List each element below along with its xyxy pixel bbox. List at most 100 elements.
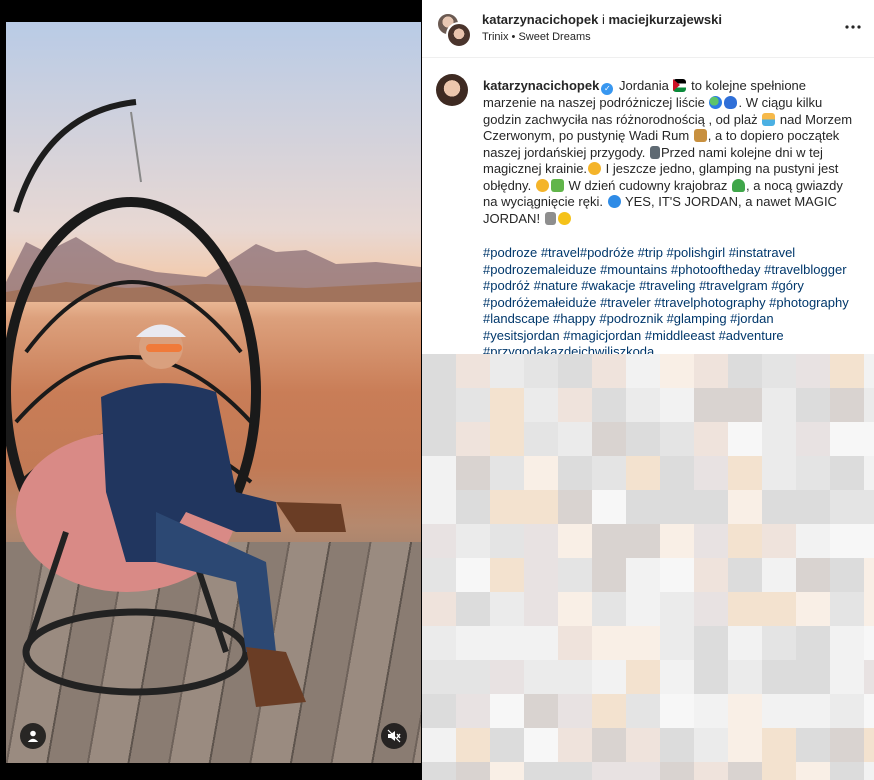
pixel-block: [728, 456, 762, 490]
pixel-block: [524, 490, 558, 524]
pixel-block: [626, 728, 660, 762]
pixel-block: [728, 490, 762, 524]
globe-icon: [709, 96, 723, 109]
pixel-block: [864, 592, 874, 626]
pixel-block: [864, 524, 874, 558]
pixel-block: [864, 626, 874, 660]
avatar[interactable]: [436, 74, 468, 106]
pixel-block: [456, 694, 490, 728]
pixel-block: [422, 354, 456, 388]
caption-username[interactable]: katarzynacichopek: [483, 78, 599, 93]
pixel-block: [762, 762, 796, 780]
pixel-block: [626, 354, 660, 388]
pixel-block: [558, 660, 592, 694]
pixel-block: [524, 694, 558, 728]
user-tag-icon: [27, 730, 39, 742]
pixel-block: [660, 456, 694, 490]
pixel-block: [524, 354, 558, 388]
pixel-block: [524, 456, 558, 490]
pixel-block: [660, 524, 694, 558]
pixel-block: [796, 762, 830, 780]
audio-artist: Trinix: [482, 31, 509, 43]
pixel-block: [796, 422, 830, 456]
pixel-block: [694, 456, 728, 490]
pixel-block: [694, 728, 728, 762]
user-tag-button[interactable]: [20, 723, 46, 749]
pixel-block: [694, 694, 728, 728]
pixel-block: [660, 694, 694, 728]
pixel-block: [592, 490, 626, 524]
pixel-block: [694, 388, 728, 422]
pixel-block: [558, 456, 592, 490]
pixel-block: [660, 388, 694, 422]
phone-icon: [649, 145, 660, 159]
caption-hashtags[interactable]: #podroze #travel#podróże #trip #polishgi…: [483, 245, 853, 354]
pixel-block: [524, 728, 558, 762]
pixel-block: [864, 660, 874, 694]
pixel-block: [456, 524, 490, 558]
pixel-block: [660, 490, 694, 524]
author-link[interactable]: maciejkurzajewski: [608, 12, 721, 27]
pixel-block: [796, 592, 830, 626]
pixelated-comments-area: [422, 354, 874, 780]
pixel-block: [694, 592, 728, 626]
pixel-block: [660, 762, 694, 780]
post-header: katarzynacichopek i maciejkurzajewski Tr…: [422, 0, 874, 58]
mute-toggle-button[interactable]: [381, 723, 407, 749]
pixel-block: [660, 354, 694, 388]
more-options-button[interactable]: [844, 18, 862, 36]
audio-attribution[interactable]: Trinix • Sweet Dreams: [482, 31, 591, 43]
pixel-block: [490, 354, 524, 388]
author-link[interactable]: katarzynacichopek: [482, 12, 598, 27]
pixel-block: [558, 626, 592, 660]
pixel-block: [864, 694, 874, 728]
collab-avatars[interactable]: [436, 12, 472, 48]
pixel-block: [626, 694, 660, 728]
pixel-block: [592, 354, 626, 388]
pixel-block: [422, 456, 456, 490]
pixel-block: [626, 388, 660, 422]
pixel-block: [490, 456, 524, 490]
pixel-block: [592, 524, 626, 558]
pixel-block: [762, 660, 796, 694]
pixel-block: [592, 558, 626, 592]
pixel-block: [660, 422, 694, 456]
post-caption: katarzynacichopek ✓ Jordania to kolejne s…: [436, 74, 866, 354]
pixel-block: [558, 354, 592, 388]
pixel-block: [490, 388, 524, 422]
blue-planet-icon: [607, 195, 621, 208]
pixel-block: [728, 762, 762, 780]
screenshot-frame: katarzynacichopek i maciejkurzajewski Tr…: [0, 0, 874, 780]
pixel-block: [762, 456, 796, 490]
verified-badge-icon: ✓: [601, 83, 614, 95]
pixel-block: [660, 558, 694, 592]
pixel-block: [456, 422, 490, 456]
pixel-block: [864, 354, 874, 388]
pixel-block: [694, 422, 728, 456]
pixel-block: [592, 660, 626, 694]
pixel-block: [422, 558, 456, 592]
pixel-block: [456, 490, 490, 524]
pixel-block: [864, 422, 874, 456]
pixel-block: [626, 660, 660, 694]
pixel-block: [422, 660, 456, 694]
caption-segment: Jordania: [618, 78, 669, 93]
pixel-block: [728, 694, 762, 728]
caption-text: katarzynacichopek ✓ Jordania to kolejne s…: [483, 78, 853, 354]
pixel-block: [490, 592, 524, 626]
pixel-block: [422, 626, 456, 660]
pixel-block: [626, 558, 660, 592]
pixel-block: [422, 388, 456, 422]
pixel-block: [422, 694, 456, 728]
pixel-block: [762, 558, 796, 592]
pixel-block: [626, 456, 660, 490]
avatar[interactable]: [446, 22, 472, 48]
pixel-block: [524, 660, 558, 694]
pixel-block: [830, 762, 864, 780]
post-video[interactable]: [6, 22, 421, 763]
pixel-block: [456, 354, 490, 388]
beach-icon: [762, 112, 776, 126]
pixel-block: [558, 592, 592, 626]
pixel-block: [592, 728, 626, 762]
speaker-muted-icon: [387, 729, 401, 743]
